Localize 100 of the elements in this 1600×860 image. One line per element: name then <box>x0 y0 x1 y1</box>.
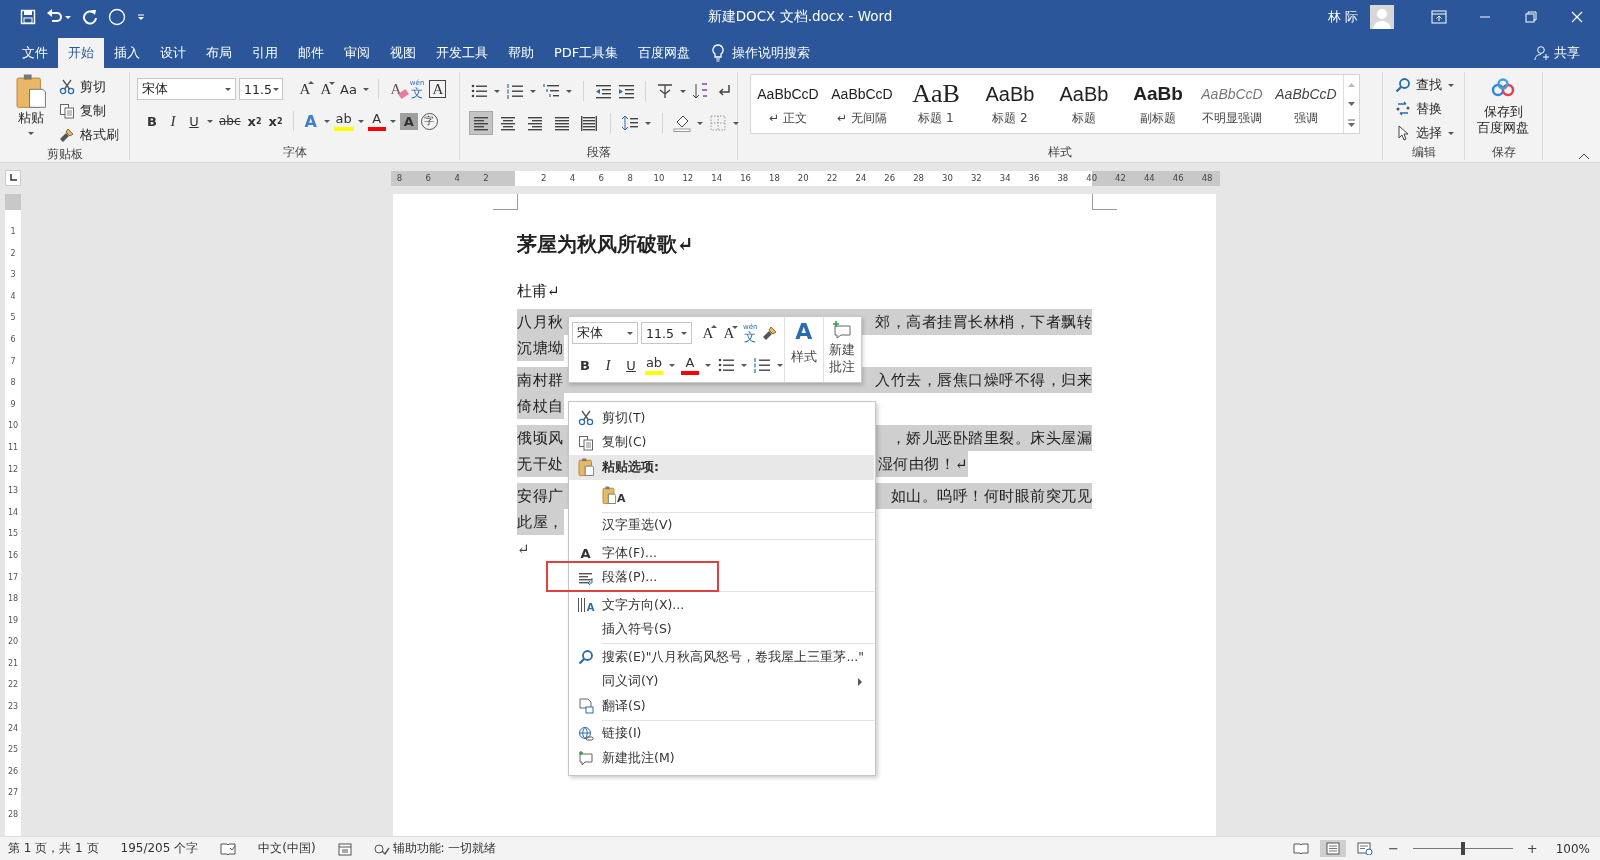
editing-action[interactable]: 查找 <box>1416 76 1442 94</box>
style-item[interactable]: AaBb 副标题 <box>1121 75 1195 133</box>
align-button[interactable] <box>470 112 492 134</box>
ribbon-tab[interactable]: 开始 <box>58 38 104 68</box>
numbering-icon[interactable] <box>753 356 771 374</box>
text-effects-button[interactable]: A <box>301 111 320 131</box>
menu-item[interactable]: 汉字重选(V) <box>569 513 875 538</box>
numbering-icon[interactable] <box>506 82 524 100</box>
editing-action[interactable]: 替换 <box>1416 100 1442 118</box>
sort-icon[interactable] <box>692 82 710 100</box>
menu-item[interactable]: 链接(I) <box>569 721 875 746</box>
ribbon-tab[interactable]: 引用 <box>242 38 288 68</box>
menu-item[interactable]: A <box>569 479 875 511</box>
style-item[interactable]: AaBb 标题 <box>1047 75 1121 133</box>
ribbon-tab[interactable]: 审阅 <box>334 38 380 68</box>
editing-action[interactable]: 选择 <box>1416 124 1442 142</box>
paste-button[interactable]: 粘贴 <box>0 72 53 146</box>
font-name-field[interactable]: 宋体 <box>572 322 638 344</box>
ribbon-tab[interactable]: 设计 <box>150 38 196 68</box>
font-size-field[interactable]: 11.5 <box>239 78 283 100</box>
italic-button[interactable]: I <box>164 111 182 131</box>
shrink-font-button[interactable]: A <box>317 79 335 99</box>
style-item[interactable]: AaBbCcD ↵ 无间隔 <box>825 75 899 133</box>
ribbon-tab[interactable]: 帮助 <box>498 38 544 68</box>
menu-item[interactable]: 段落(P)... <box>569 565 875 590</box>
styles-button[interactable]: A 样式 <box>790 321 817 366</box>
bullets-icon[interactable] <box>717 356 735 374</box>
menu-item[interactable]: 搜索(E)"八月秋高风怒号，卷我屋上三重茅..." <box>569 645 875 670</box>
underline-button[interactable]: U <box>622 355 640 375</box>
bullets-icon[interactable] <box>470 82 488 100</box>
customize-icon[interactable] <box>136 11 146 23</box>
close-icon[interactable] <box>1571 11 1583 23</box>
script-button[interactable]: x$^{2}$ <box>266 111 285 131</box>
zoom-out-button[interactable]: − <box>1383 841 1403 856</box>
style-item[interactable]: AaBbCcD 不明显强调 <box>1195 75 1269 133</box>
ribbon-display-icon[interactable] <box>1431 10 1447 24</box>
change-case-button[interactable]: Aa <box>338 79 359 99</box>
multilevel-list-icon[interactable] <box>542 82 560 100</box>
clipboard-action[interactable]: 格式刷 <box>80 126 119 144</box>
increase-indent-icon[interactable] <box>617 82 635 100</box>
ribbon-tab[interactable]: 布局 <box>196 38 242 68</box>
proofing-icon[interactable] <box>220 841 237 856</box>
ribbon-tab[interactable]: 百度网盘 <box>628 38 701 68</box>
more-icon[interactable] <box>1347 118 1356 128</box>
view-button[interactable] <box>1319 840 1346 857</box>
save-icon[interactable] <box>20 9 36 25</box>
restore-icon[interactable] <box>1525 11 1537 23</box>
zoom-in-button[interactable]: + <box>1522 841 1542 856</box>
ribbon-tab[interactable]: 插入 <box>104 38 150 68</box>
decrease-indent-icon[interactable] <box>594 82 612 100</box>
ribbon-tab[interactable]: 邮件 <box>288 38 334 68</box>
character-border-button[interactable]: A <box>429 80 447 98</box>
style-item[interactable]: AaBbCcD 强调 <box>1269 75 1343 133</box>
font-color-button[interactable]: A <box>367 111 386 131</box>
line-spacing-icon[interactable] <box>621 114 639 132</box>
font-size-field[interactable]: 11.5 <box>641 322 692 344</box>
ribbon-tab[interactable]: 视图 <box>380 38 426 68</box>
font-color-button[interactable]: A <box>681 355 699 375</box>
clipboard-action[interactable]: 复制 <box>80 102 106 120</box>
clipboard-action[interactable]: 剪切 <box>80 78 106 96</box>
status-text[interactable]: 辅助功能: 一切就绪 <box>392 840 497 857</box>
horizontal-ruler[interactable]: 8 6 4 2 2 4 6 8 10 12 14 16 18 20 22 24 26 28 30 32 34 36 38 40 42 44 46 48 <box>391 171 1220 186</box>
bold-button[interactable]: B <box>576 355 594 375</box>
menu-item[interactable]: 同义词(Y) <box>569 669 875 694</box>
undo-icon[interactable] <box>46 9 62 25</box>
menu-item[interactable]: 翻译(S) <box>569 694 875 719</box>
menu-item[interactable]: A 字体(F)... <box>569 541 875 566</box>
share-button[interactable]: 共享 <box>1554 44 1580 62</box>
ribbon-tab[interactable]: 开发工具 <box>426 38 498 68</box>
menu-item[interactable]: 剪切(T) <box>569 406 875 431</box>
character-shading-button[interactable]: A <box>399 112 418 130</box>
ribbon-tab[interactable]: PDF工具集 <box>544 38 629 68</box>
ribbon-tab[interactable]: 文件 <box>12 38 58 68</box>
redo-icon[interactable] <box>82 9 98 25</box>
scroll-down-icon[interactable] <box>1347 99 1356 108</box>
grow-font-button[interactable]: A <box>296 79 314 99</box>
zoom-level[interactable]: 100% <box>1555 841 1590 856</box>
format-painter-icon[interactable] <box>762 325 779 341</box>
tell-me-search[interactable]: 操作说明搜索 <box>732 44 811 62</box>
shrink-font-button[interactable]: A <box>720 323 738 343</box>
highlight-button[interactable]: ab <box>333 111 354 131</box>
slider-thumb[interactable] <box>1460 842 1465 855</box>
new-comment-button[interactable]: 新建批注 <box>829 321 856 375</box>
circle-icon[interactable] <box>108 8 126 26</box>
style-item[interactable]: AaBb 标题 2 <box>973 75 1047 133</box>
underline-button[interactable]: U <box>185 111 203 131</box>
tab-stop-selector[interactable] <box>5 170 21 186</box>
highlight-button[interactable]: ab <box>645 355 663 375</box>
italic-button[interactable]: I <box>599 355 617 375</box>
menu-item[interactable]: A 文字方向(X)... <box>569 593 875 618</box>
menu-item[interactable]: 插入符号(S) <box>569 617 875 642</box>
font-name-field[interactable]: 宋体 <box>137 78 236 100</box>
style-item[interactable]: AaBbCcD ↵ 正文 <box>751 75 825 133</box>
menu-item[interactable]: 新建批注(M) <box>569 746 875 771</box>
bold-button[interactable]: B <box>143 111 161 131</box>
strikethrough-button[interactable]: abc <box>217 111 243 131</box>
save-to-cloud-button[interactable]: 保存到 百度网盘 <box>1465 72 1541 144</box>
style-item[interactable]: AaB 标题 1 <box>899 75 973 133</box>
grow-font-button[interactable]: A <box>699 323 717 343</box>
collapse-ribbon-icon[interactable] <box>1578 152 1590 160</box>
